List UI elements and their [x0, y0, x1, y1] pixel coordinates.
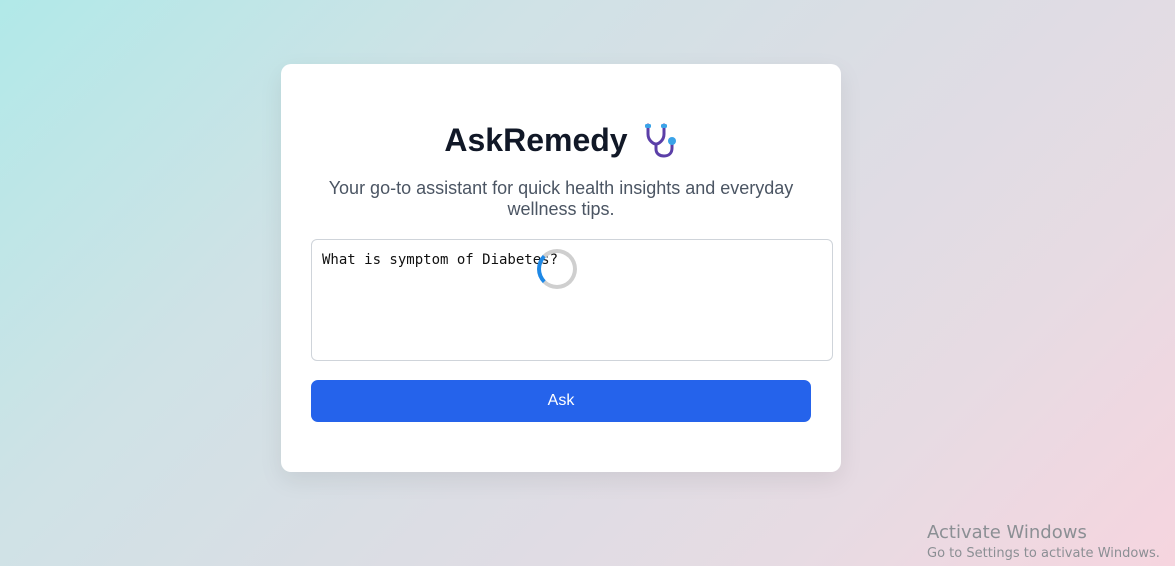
app-subtitle: Your go-to assistant for quick health in… — [328, 178, 794, 219]
ask-button[interactable]: Ask — [311, 380, 811, 422]
stethoscope-icon — [642, 122, 678, 158]
app-title: AskRemedy — [444, 122, 628, 158]
loading-spinner — [537, 249, 577, 289]
watermark-subtitle: Go to Settings to activate Windows. — [927, 546, 1160, 561]
main-card: AskRemedy Your go-to assistant for quick… — [281, 64, 841, 472]
watermark-title: Activate Windows — [927, 522, 1087, 543]
header: AskRemedy — [281, 120, 841, 160]
activate-windows-watermark: Activate Windows Go to Settings to activ… — [927, 522, 1160, 563]
